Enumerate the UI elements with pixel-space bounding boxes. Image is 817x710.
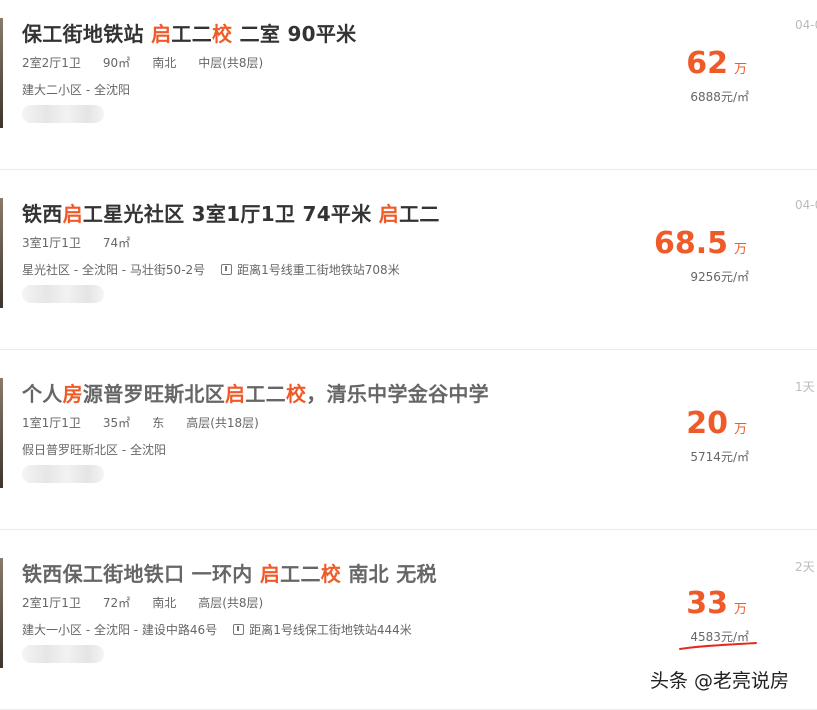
metro-icon <box>233 624 245 635</box>
listing-location[interactable]: 建大二小区 - 全沈阳 <box>22 83 130 97</box>
total-price-value: 68.5 <box>653 226 728 261</box>
listing-location[interactable]: 建大一小区 - 全沈阳 - 建设中路46号 <box>22 623 217 637</box>
listing-attribute: 南北 <box>152 56 177 70</box>
title-text: 铁西 <box>22 202 63 226</box>
listing-location-row: 假日普罗旺斯北区 - 全沈阳 <box>22 441 166 458</box>
listing-thumbnail[interactable] <box>0 18 3 128</box>
listing-attribute: 2室1厅1卫 <box>22 596 81 610</box>
listing-attributes: 2室1厅1卫 72㎡ 南北 高层(共8层) <box>22 594 285 611</box>
metro-distance-text: 距离1号线重工街地铁站708米 <box>237 263 400 277</box>
title-text: 工二 <box>171 22 212 46</box>
listing-title[interactable]: 个人房源普罗旺斯北区启工二校，清乐中学金谷中学 <box>22 378 489 407</box>
listing-thumbnail[interactable] <box>0 558 3 668</box>
listing-title[interactable]: 铁西保工街地铁口 一环内 启工二校 南北 无税 <box>22 558 437 587</box>
listing-attributes: 3室1厅1卫 74㎡ <box>22 234 152 251</box>
blurred-agent-info <box>22 285 104 303</box>
listing-location-row: 建大二小区 - 全沈阳 <box>22 81 130 98</box>
listing-attribute: 高层(共18层) <box>186 416 259 430</box>
total-price: 62 万 <box>686 46 747 81</box>
listing-attribute: 3室1厅1卫 <box>22 236 81 250</box>
metro-distance: 距离1号线保工街地铁站444米 <box>233 623 412 637</box>
title-text: 保工街地铁站 <box>22 22 152 46</box>
title-text: 工星光社区 3室1厅1卫 74平米 <box>82 202 379 226</box>
unit-price: 9256元/㎡ <box>690 270 749 284</box>
listing-location[interactable]: 假日普罗旺斯北区 - 全沈阳 <box>22 443 166 457</box>
listing-thumbnail[interactable] <box>0 198 3 308</box>
total-price-unit: 万 <box>733 422 747 437</box>
listing-attribute: 74㎡ <box>102 236 131 250</box>
metro-distance-text: 距离1号线保工街地铁站444米 <box>249 623 412 637</box>
title-text: 工二 <box>245 382 286 406</box>
listing-thumbnail[interactable] <box>0 378 3 488</box>
title-keyword-highlight: 启 <box>62 202 83 226</box>
total-price-unit: 万 <box>733 242 747 257</box>
total-price-unit: 万 <box>733 62 747 77</box>
title-keyword-highlight: 启 <box>378 202 400 226</box>
listing-card[interactable]: 个人房源普罗旺斯北区启工二校，清乐中学金谷中学 1室1厅1卫 35㎡ 东 高层(共18层… <box>0 360 817 530</box>
title-keyword-highlight: 校 <box>320 562 342 586</box>
total-price: 33 万 <box>686 586 747 621</box>
post-date: 04-0 <box>795 18 817 32</box>
listing-attribute: 中层(共8层) <box>198 56 264 70</box>
listing-attribute: 南北 <box>152 596 177 610</box>
metro-icon <box>221 264 233 275</box>
listing-location-row: 建大一小区 - 全沈阳 - 建设中路46号 距离1号线保工街地铁站444米 <box>22 621 412 638</box>
total-price-value: 33 <box>686 586 728 621</box>
listing-attribute: 1室1厅1卫 <box>22 416 81 430</box>
total-price-value: 20 <box>686 406 728 441</box>
blurred-agent-info <box>22 645 104 663</box>
listing-title[interactable]: 保工街地铁站 启工二校 二室 90平米 <box>22 18 356 47</box>
listing-attribute: 东 <box>152 416 165 430</box>
title-keyword-highlight: 校 <box>212 22 233 46</box>
red-underline-annotation <box>679 642 757 650</box>
title-text: 源普罗旺斯北区 <box>82 382 226 406</box>
blurred-agent-info <box>22 105 104 123</box>
title-text: 工二 <box>280 562 321 586</box>
listing-location[interactable]: 星光社区 - 全沈阳 - 马壮街50-2号 <box>22 263 205 277</box>
watermark: 头条 @老亮说房 <box>650 670 790 692</box>
listing-title[interactable]: 铁西启工星光社区 3室1厅1卫 74平米 启工二 <box>22 198 440 227</box>
unit-price: 5714元/㎡ <box>690 450 749 464</box>
total-price-unit: 万 <box>733 602 747 617</box>
title-text: 工二 <box>399 202 440 226</box>
title-keyword-highlight: 启 <box>151 22 172 46</box>
title-keyword-highlight: 校 <box>285 382 307 406</box>
listing-attributes: 2室2厅1卫 90㎡ 南北 中层(共8层) <box>22 54 285 71</box>
post-date: 04-0 <box>795 198 817 212</box>
blurred-agent-info <box>22 465 104 483</box>
title-text: 个人 <box>22 382 63 406</box>
listing-attribute: 72㎡ <box>102 596 131 610</box>
total-price: 68.5 万 <box>654 226 747 261</box>
title-text: 二室 90平米 <box>232 22 357 46</box>
title-text: 南北 无税 <box>341 562 437 586</box>
post-date: 2天 <box>795 560 815 574</box>
total-price: 20 万 <box>686 406 747 441</box>
listing-attribute: 35㎡ <box>102 416 131 430</box>
title-text: ，清乐中学金谷中学 <box>306 382 489 406</box>
title-text: 铁西保工街地铁口 一环内 <box>22 562 260 586</box>
unit-price: 6888元/㎡ <box>690 90 749 104</box>
listing-attribute: 90㎡ <box>102 56 131 70</box>
listing-location-row: 星光社区 - 全沈阳 - 马壮街50-2号 距离1号线重工街地铁站708米 <box>22 261 400 278</box>
title-keyword-highlight: 启 <box>225 382 246 406</box>
listing-attribute: 2室2厅1卫 <box>22 56 81 70</box>
post-date: 1天 <box>795 380 815 394</box>
total-price-value: 62 <box>686 46 728 81</box>
title-keyword-highlight: 启 <box>259 562 281 586</box>
listing-attribute: 高层(共8层) <box>198 596 264 610</box>
title-keyword-highlight: 房 <box>62 382 83 406</box>
listing-attributes: 1室1厅1卫 35㎡ 东 高层(共18层) <box>22 414 281 431</box>
listing-card[interactable]: 保工街地铁站 启工二校 二室 90平米 2室2厅1卫 90㎡ 南北 中层(共8层) 建大二… <box>0 0 817 170</box>
metro-distance: 距离1号线重工街地铁站708米 <box>221 263 400 277</box>
listing-card[interactable]: 铁西启工星光社区 3室1厅1卫 74平米 启工二 3室1厅1卫 74㎡ 星光社区 - … <box>0 180 817 350</box>
